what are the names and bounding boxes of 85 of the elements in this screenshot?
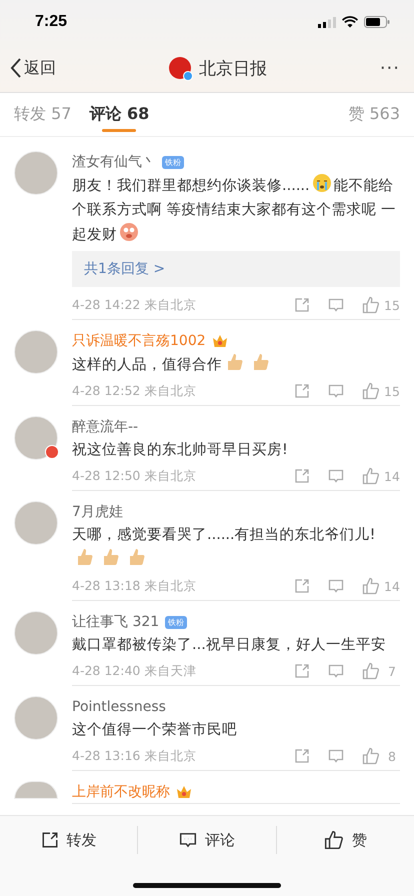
share-button[interactable] xyxy=(294,748,310,764)
fan-badge: 铁粉 xyxy=(165,616,188,628)
comment-button[interactable] xyxy=(328,578,344,594)
share-icon xyxy=(294,663,310,679)
user-name[interactable]: Pointlessness xyxy=(72,699,166,715)
comment-text: 戴口罩都被传染了...祝早日康复，好人一生平安 xyxy=(72,636,386,655)
thumbs-up-emoji-icon xyxy=(75,547,95,567)
thumbs-up-icon xyxy=(362,747,380,765)
share-button[interactable] xyxy=(294,383,310,399)
comment-text: 这样的人品，值得合作 xyxy=(72,356,222,375)
comment-text: 祝这位善良的东北帅哥早日买房! xyxy=(72,440,288,460)
thumbs-up-icon xyxy=(362,467,380,485)
back-button[interactable]: 返回 xyxy=(10,58,56,78)
avatar[interactable] xyxy=(14,501,58,545)
avatar[interactable] xyxy=(14,330,58,374)
crying-face-icon xyxy=(312,173,332,193)
user-name[interactable]: 7月虎娃 xyxy=(72,503,123,521)
thumbs-up-emoji-icon xyxy=(127,547,147,567)
user-name[interactable]: 醉意流年-- xyxy=(72,418,138,436)
share-button[interactable] xyxy=(294,468,310,484)
account-title: 北京日报 xyxy=(198,58,267,80)
comment-icon xyxy=(328,578,344,594)
share-icon xyxy=(294,383,310,399)
verified-icon xyxy=(182,71,193,81)
comment-text: 能不能给 xyxy=(334,177,394,196)
crown-icon xyxy=(176,785,192,799)
share-button[interactable] xyxy=(294,297,310,313)
crown-icon xyxy=(212,334,228,348)
thumbs-up-icon xyxy=(362,577,380,595)
comment-text: 起发财 xyxy=(72,226,117,245)
signal-icon xyxy=(318,16,336,28)
avatar[interactable] xyxy=(14,151,58,195)
comment-icon xyxy=(178,831,197,849)
comment-meta: 4-28 13:18 来自北京 xyxy=(72,578,196,594)
comment-text: 天哪，感觉要看哭了......有担当的东北爷们儿! xyxy=(72,526,376,545)
comment-button[interactable] xyxy=(328,383,344,399)
comment-button[interactable] xyxy=(328,663,344,679)
comment-text: 这个值得一个荣誉市民吧 xyxy=(72,720,237,740)
comment-meta: 4-28 14:22 来自北京 xyxy=(72,296,196,314)
comment-button[interactable] xyxy=(328,468,344,484)
share-icon xyxy=(294,578,310,594)
comment-text: 个联系方式啊 等疫情结束大家都有这个需求呢 一 xyxy=(72,200,396,220)
bottom-action-button[interactable]: 转发 xyxy=(0,826,138,854)
more-button[interactable]: ··· xyxy=(380,58,400,78)
bottom-action-button[interactable]: 赞 xyxy=(276,826,414,854)
avatar[interactable] xyxy=(14,781,58,799)
battery-icon xyxy=(364,16,390,28)
comment-icon xyxy=(328,748,344,764)
comment-meta: 4-28 12:50 来自北京 xyxy=(72,468,196,484)
thumbs-up-icon xyxy=(362,296,380,314)
comment-button[interactable] xyxy=(328,297,344,313)
share-icon xyxy=(40,831,59,849)
avatar[interactable] xyxy=(14,416,58,460)
comment-meta: 4-28 13:16 来自北京 xyxy=(72,748,196,764)
thumbs-up-emoji-icon xyxy=(225,352,245,372)
thumbs-up-emoji-icon xyxy=(251,352,271,372)
thumbs-up-icon xyxy=(362,382,380,400)
wifi-icon xyxy=(342,16,358,28)
comment-icon xyxy=(328,663,344,679)
tab[interactable]: 评论 68 xyxy=(89,93,150,136)
comment-icon xyxy=(328,297,344,313)
user-name[interactable]: 渣女有仙气丶 xyxy=(72,153,156,171)
share-icon xyxy=(294,297,310,313)
fan-badge: 铁粉 xyxy=(162,156,184,168)
user-name[interactable]: 让往事飞 321 xyxy=(72,613,160,631)
thumbs-up-emoji-icon xyxy=(101,547,121,567)
chevron-left-icon xyxy=(10,58,22,78)
comment-meta: 4-28 12:40 来自天津 xyxy=(72,662,196,680)
comment-icon xyxy=(328,383,344,399)
comment-meta: 4-28 12:52 来自北京 xyxy=(72,382,196,400)
avatar[interactable] xyxy=(14,696,58,740)
pig-face-icon xyxy=(119,222,139,242)
status-time: 7:25 xyxy=(35,13,68,31)
thumbs-up-icon xyxy=(324,830,344,850)
comment-text: 朋友！我们群里都想约你谈装修...... xyxy=(72,177,310,196)
share-icon xyxy=(294,748,310,764)
share-button[interactable] xyxy=(294,663,310,679)
thumbs-up-icon xyxy=(362,662,380,680)
bottom-action-button[interactable]: 评论 xyxy=(137,826,276,854)
share-icon xyxy=(294,468,310,484)
avatar[interactable] xyxy=(14,611,58,655)
share-button[interactable] xyxy=(294,578,310,594)
comment-icon xyxy=(328,468,344,484)
comment-button[interactable] xyxy=(328,748,344,764)
replies-link[interactable]: 共1条回复 > xyxy=(72,251,400,287)
